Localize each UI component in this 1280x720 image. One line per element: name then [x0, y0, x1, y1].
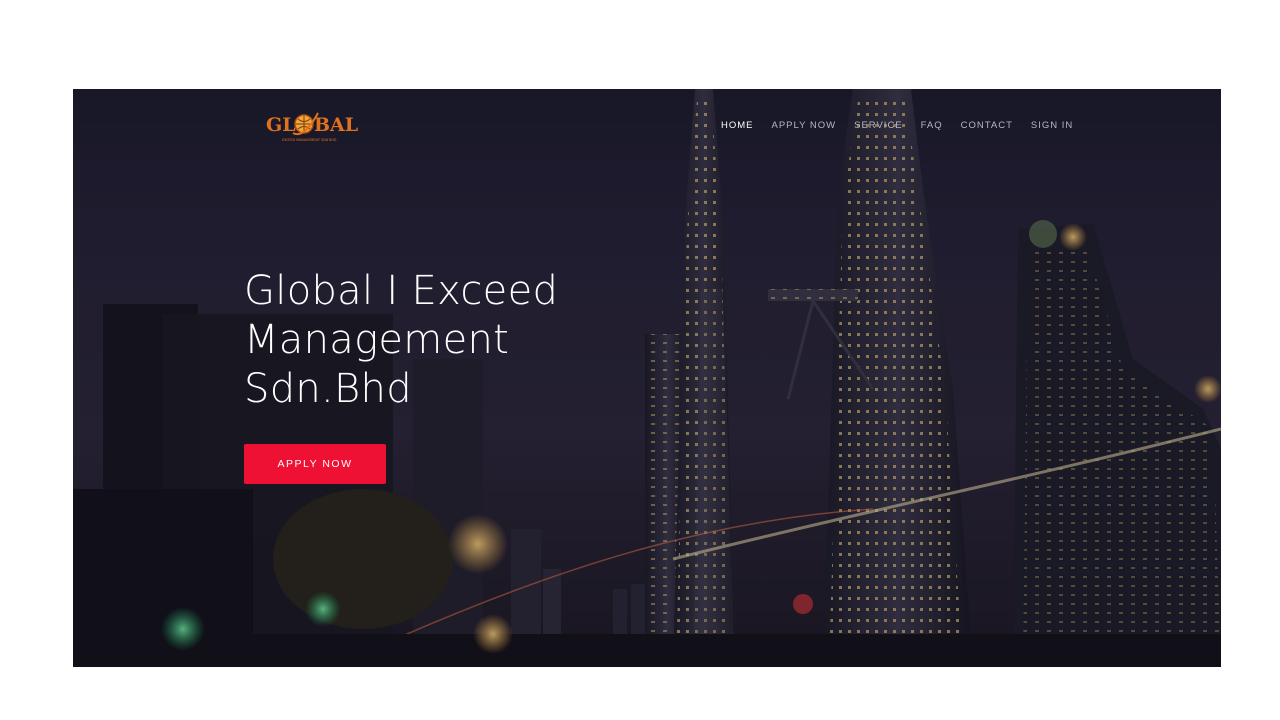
nav-contact[interactable]: CONTACT — [961, 120, 1013, 131]
hero-section: GL BAL EXCEED MANAGEMENT SDN BHD HOME AP… — [73, 89, 1221, 667]
hero-title-line-3: Sdn.Bhd — [244, 366, 412, 412]
main-nav: HOME APPLY NOW SERVICE FAQ CONTACT SIGN … — [721, 120, 1073, 131]
global-logo[interactable]: GL BAL EXCEED MANAGEMENT SDN BHD — [266, 105, 376, 145]
hero-title-line-1: Global I Exceed — [244, 268, 559, 314]
svg-text:GL: GL — [266, 114, 296, 136]
svg-text:BAL: BAL — [314, 114, 358, 136]
nav-apply-now[interactable]: APPLY NOW — [772, 120, 837, 131]
hero-title-line-2: Management — [244, 317, 510, 363]
nav-faq[interactable]: FAQ — [921, 120, 943, 131]
apply-now-button[interactable]: APPLY NOW — [244, 444, 386, 484]
nav-home[interactable]: HOME — [721, 120, 754, 131]
nav-sign-in[interactable]: SIGN IN — [1031, 120, 1073, 131]
svg-text:EXCEED MANAGEMENT SDN BHD: EXCEED MANAGEMENT SDN BHD — [282, 138, 337, 142]
hero-title: Global I Exceed Management Sdn.Bhd — [244, 267, 604, 414]
nav-service[interactable]: SERVICE — [854, 120, 903, 131]
